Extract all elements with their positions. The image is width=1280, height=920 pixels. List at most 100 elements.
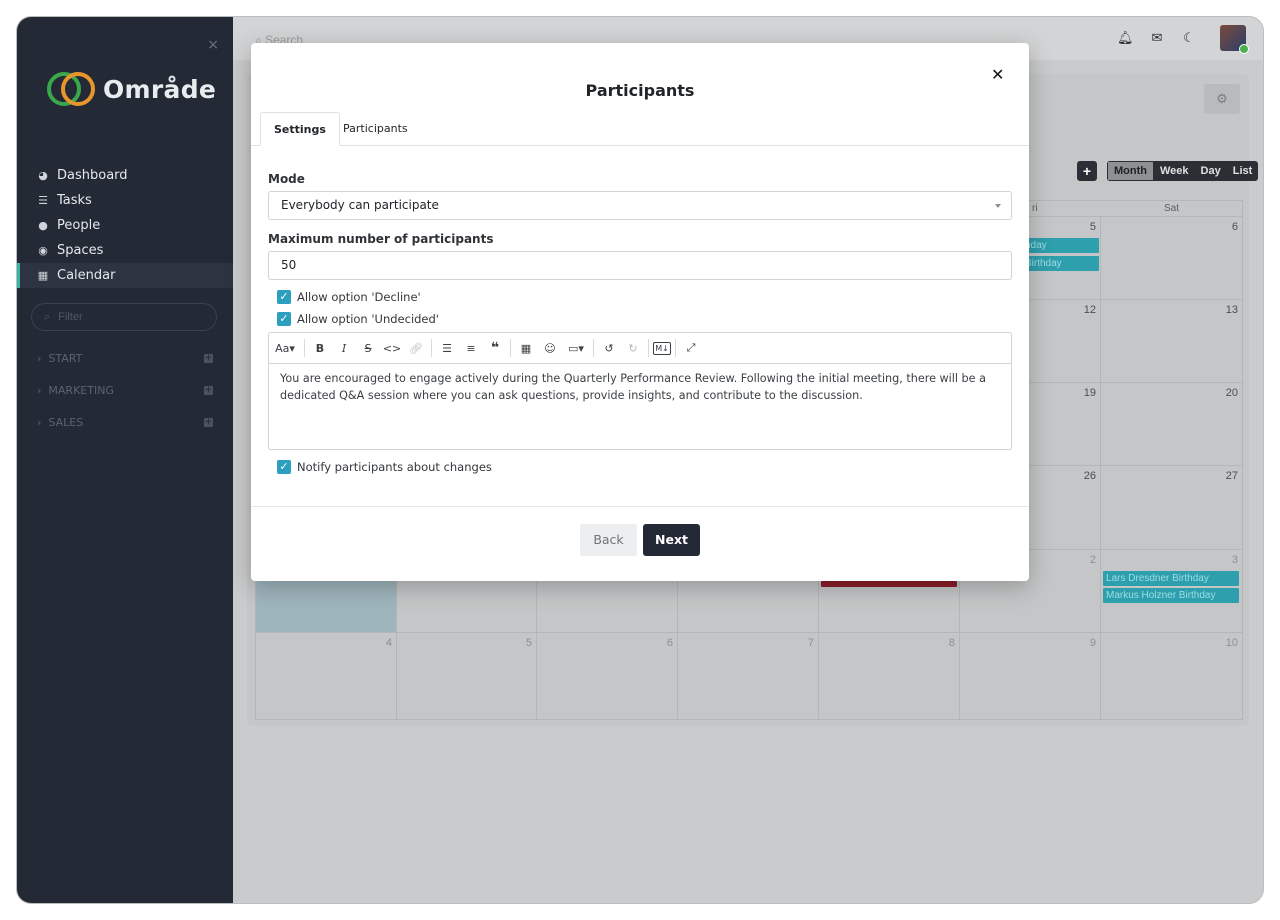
code-button[interactable]: <> <box>381 337 403 359</box>
search-icon: ⌕ <box>44 310 51 323</box>
image-icon[interactable]: ▭▾ <box>563 337 589 359</box>
filter-placeholder: Filter <box>58 311 83 323</box>
day-header-sat: Sat <box>1163 203 1179 214</box>
calendar-cell[interactable]: 10 <box>1101 633 1242 719</box>
avatar[interactable] <box>1220 25 1249 54</box>
sidebar-nav: ◕ Dashboard ☰ Tasks ● People ◉ Spaces ▦ … <box>17 163 233 288</box>
quote-icon[interactable]: ❝ <box>484 337 506 359</box>
calendar-icon: ▦ <box>37 269 49 282</box>
add-event-button[interactable]: + <box>1077 161 1097 181</box>
sidebar-group-marketing[interactable]: › MARKETING + <box>37 380 213 400</box>
bell-icon[interactable]: 🔔︎ <box>1117 31 1134 47</box>
italic-button[interactable]: I <box>333 337 355 359</box>
calendar-event[interactable] <box>821 581 957 587</box>
add-icon[interactable]: + <box>204 385 213 395</box>
sidebar-item-label: Calendar <box>57 268 116 283</box>
bullet-list-icon[interactable]: ☰ <box>436 337 458 359</box>
mode-value: Everybody can participate <box>281 198 439 212</box>
calendar-cell[interactable]: 13 <box>1101 300 1242 383</box>
view-week-button[interactable]: Week <box>1154 161 1195 181</box>
sidebar-item-people[interactable]: ● People <box>17 213 233 238</box>
decline-label: Allow option 'Decline' <box>297 290 421 304</box>
calendar-cell[interactable]: 6 <box>1101 216 1242 300</box>
max-participants-input[interactable]: 50 <box>268 251 1012 280</box>
next-button[interactable]: Next <box>643 524 700 556</box>
sidebar-item-spaces[interactable]: ◉ Spaces <box>17 238 233 263</box>
group-label: › SALES <box>37 415 84 429</box>
chevron-down-icon <box>995 204 1001 208</box>
calendar-cell[interactable]: 9 <box>960 633 1101 719</box>
view-list-button[interactable]: List <box>1227 161 1259 181</box>
sidebar: × Område ◕ Dashboard ☰ Tasks ● People ◉ … <box>17 17 233 903</box>
logo-text: Område <box>103 74 217 104</box>
sidebar-group-sales[interactable]: › SALES + <box>37 412 213 432</box>
sidebar-item-label: People <box>57 218 101 233</box>
calendar-cell[interactable]: 7 <box>678 633 819 719</box>
app-window: × Område ◕ Dashboard ☰ Tasks ● People ◉ … <box>17 17 1263 903</box>
close-icon[interactable]: ✕ <box>991 65 1004 84</box>
view-month-button[interactable]: Month <box>1107 161 1154 181</box>
calendar-event[interactable]: Lars Dresdner Birthday <box>1103 571 1239 586</box>
add-icon[interactable]: + <box>204 417 213 427</box>
sidebar-item-tasks[interactable]: ☰ Tasks <box>17 188 233 213</box>
group-label: › MARKETING <box>37 383 114 397</box>
calendar-cell[interactable]: 5 <box>397 633 537 719</box>
calendar-cell[interactable]: 6 <box>537 633 678 719</box>
calendar-cell[interactable]: 20 <box>1101 383 1242 466</box>
fullscreen-icon[interactable]: ⤢ <box>680 337 702 359</box>
description-editor: Aa ▾ B I S <> 🔗︎ ☰ ≡ ❝ ▦ ☺ ▭▾ ↺ ↻ M↓ ⤢ Y… <box>268 332 1012 450</box>
editor-toolbar: Aa ▾ B I S <> 🔗︎ ☰ ≡ ❝ ▦ ☺ ▭▾ ↺ ↻ M↓ ⤢ <box>269 333 1011 364</box>
sidebar-filter-input[interactable]: ⌕ Filter <box>31 303 217 331</box>
group-label: › START <box>37 351 83 365</box>
bold-button[interactable]: B <box>309 337 331 359</box>
modal-footer-divider <box>251 506 1029 507</box>
tab-settings[interactable]: Settings <box>260 112 340 146</box>
calendar-cell[interactable]: 8 <box>819 633 960 719</box>
people-icon: ● <box>38 219 48 232</box>
mode-label: Mode <box>268 172 305 186</box>
markdown-icon[interactable]: M↓ <box>653 341 671 355</box>
calendar-event[interactable]: Markus Holzner Birthday <box>1103 588 1239 603</box>
sidebar-item-label: Dashboard <box>57 168 128 183</box>
dashboard-icon: ◕ <box>38 169 48 182</box>
redo-icon[interactable]: ↻ <box>622 337 644 359</box>
check-icon: ✓ <box>277 312 291 326</box>
view-day-button[interactable]: Day <box>1195 161 1227 181</box>
back-button[interactable]: Back <box>580 524 637 556</box>
max-participants-label: Maximum number of participants <box>268 232 494 246</box>
strikethrough-button[interactable]: S <box>357 337 379 359</box>
calendar-cell[interactable]: 4 <box>256 633 397 719</box>
editor-content[interactable]: You are encouraged to engage actively du… <box>280 370 1000 404</box>
check-icon: ✓ <box>277 290 291 304</box>
heading-button[interactable]: Aa ▾ <box>270 337 300 359</box>
mail-icon[interactable]: ✉ <box>1149 31 1165 47</box>
notify-label: Notify participants about changes <box>297 460 492 474</box>
calendar-cell[interactable]: 27 <box>1101 466 1242 550</box>
tasks-icon: ☰ <box>38 194 48 207</box>
decline-checkbox[interactable]: ✓ Allow option 'Decline' <box>277 290 421 304</box>
sidebar-group-start[interactable]: › START + <box>37 348 213 368</box>
add-icon[interactable]: + <box>204 353 213 363</box>
modal-tabs: Settings Participants <box>251 112 1029 146</box>
sidebar-item-calendar[interactable]: ▦ Calendar <box>17 263 233 288</box>
moon-icon[interactable]: ☾ <box>1181 31 1197 47</box>
participants-modal: Participants ✕ Settings Participants Mod… <box>251 43 1029 581</box>
check-icon: ✓ <box>277 460 291 474</box>
logo: Område <box>47 72 216 106</box>
notify-checkbox[interactable]: ✓ Notify participants about changes <box>277 460 492 474</box>
sidebar-item-label: Tasks <box>57 193 92 208</box>
undo-icon[interactable]: ↺ <box>598 337 620 359</box>
mode-select[interactable]: Everybody can participate <box>268 191 1012 220</box>
spaces-icon: ◉ <box>38 244 48 257</box>
sidebar-item-dashboard[interactable]: ◕ Dashboard <box>17 163 233 188</box>
sidebar-close-icon[interactable]: × <box>207 37 219 53</box>
table-icon[interactable]: ▦ <box>515 337 537 359</box>
emoji-icon[interactable]: ☺ <box>539 337 561 359</box>
link-icon[interactable]: 🔗︎ <box>405 337 427 359</box>
max-participants-value: 50 <box>281 258 297 272</box>
sidebar-item-label: Spaces <box>57 243 104 258</box>
undecided-checkbox[interactable]: ✓ Allow option 'Undecided' <box>277 312 439 326</box>
gear-icon[interactable]: ⚙ <box>1204 84 1240 114</box>
tab-participants[interactable]: Participants <box>330 112 421 145</box>
numbered-list-icon[interactable]: ≡ <box>460 337 482 359</box>
